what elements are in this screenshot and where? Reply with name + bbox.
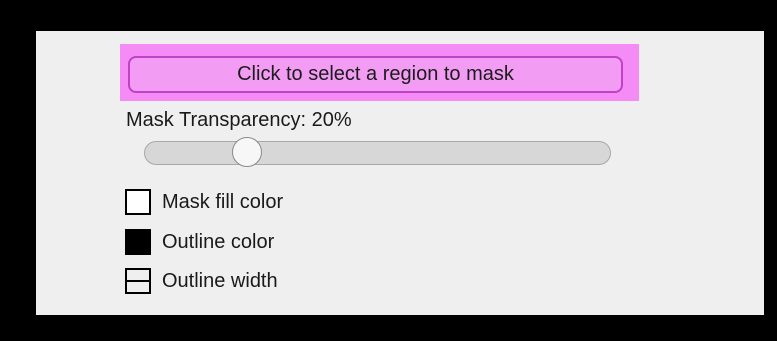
outline-color-option[interactable]: Outline color	[125, 228, 274, 256]
mask-fill-color-label: Mask fill color	[162, 190, 284, 213]
mask-fill-color-swatch[interactable]	[125, 189, 151, 215]
outline-color-swatch[interactable]	[125, 229, 151, 255]
select-mask-region-button[interactable]: Click to select a region to mask	[128, 56, 623, 93]
mask-options-panel: Click to select a region to mask Mask Tr…	[36, 31, 764, 315]
outline-color-label: Outline color	[162, 230, 275, 253]
mask-button-highlight: Click to select a region to mask	[120, 44, 639, 101]
mask-transparency-label: Mask Transparency: 20%	[126, 109, 352, 131]
mask-transparency-slider[interactable]	[144, 137, 611, 167]
mask-fill-color-option[interactable]: Mask fill color	[125, 188, 283, 216]
outline-width-option[interactable]: Outline width	[125, 267, 278, 295]
mask-transparency-slider-thumb[interactable]	[232, 137, 262, 167]
outline-width-label: Outline width	[162, 269, 278, 292]
line-width-icon[interactable]	[125, 268, 151, 294]
